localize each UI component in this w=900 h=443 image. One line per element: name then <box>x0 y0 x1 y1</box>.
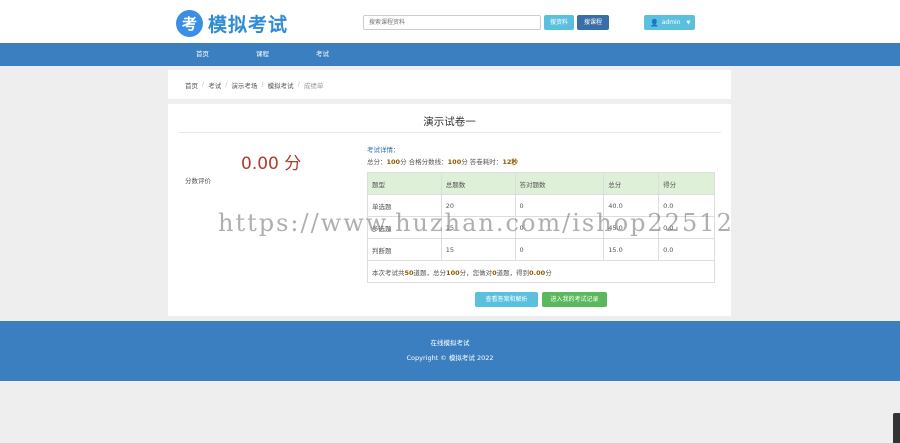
breadcrumb-separator: / <box>297 80 300 88</box>
table-cell: 多选题 <box>367 216 442 239</box>
nav-item-courses[interactable]: 课程 <box>256 43 269 66</box>
table-cell: 单选题 <box>367 194 442 217</box>
side-toolbar-handle[interactable] <box>893 413 900 443</box>
summary-cell: 本次考试共50道题，总分100分，您做对0道题，得到0.00分 <box>367 260 715 283</box>
breadcrumb-home[interactable]: 首页 <box>185 80 198 90</box>
table-row: 判断题 15 0 15.0 0.0 <box>367 238 715 261</box>
table-cell: 45.0 <box>603 216 660 239</box>
summary-text: 道题，得到 <box>496 268 530 277</box>
table-cell: 0 <box>514 194 605 217</box>
nav-item-exams[interactable]: 考试 <box>316 43 329 66</box>
summary-text: 道题，总分 <box>413 268 447 277</box>
breadcrumb: 首页 / 考试 / 演示考场 / 模拟考试 / 成绩单 <box>185 80 323 90</box>
site-logo[interactable]: 考 模拟考试 <box>176 9 289 37</box>
score-table: 题型 总题数 答对题数 总分 得分 单选题 20 0 40.0 0.0 多选题 … <box>367 172 715 283</box>
table-cell: 20 <box>440 194 516 217</box>
column-header-earned: 得分 <box>658 172 715 195</box>
paper-title: 演示试卷一 <box>423 116 476 128</box>
breadcrumb-current: 成绩单 <box>303 82 324 90</box>
logo-icon: 考 <box>176 9 203 37</box>
summary-total-questions: 50 <box>404 268 414 277</box>
table-cell: 0 <box>514 238 605 261</box>
result-panel: 演示试卷一 0.00 分 分数评价 考试详情： 总分：100分 合格分数线：10… <box>168 104 731 316</box>
column-header-type: 题型 <box>367 172 442 195</box>
detail-pass-score: 100 <box>447 158 462 166</box>
top-header: 考 模拟考试 搜资料 搜课程 👤 admin ▼ <box>0 0 900 43</box>
detail-time-used: 12秒 <box>502 158 518 166</box>
table-cell: 0 <box>514 216 605 239</box>
table-cell: 15 <box>440 238 516 261</box>
column-header-total: 总题数 <box>440 172 516 195</box>
breadcrumb-separator: / <box>225 80 228 88</box>
column-header-correct: 答对题数 <box>514 172 605 195</box>
view-answers-button[interactable]: 查看答案和解析 <box>475 292 538 307</box>
footer-site-name: 在线模拟考试 <box>430 339 470 347</box>
breadcrumb-separator: / <box>202 80 205 88</box>
nav-item-home[interactable]: 首页 <box>196 43 209 66</box>
breadcrumb-mock-exam[interactable]: 模拟考试 <box>268 80 294 90</box>
table-cell: 0.0 <box>658 194 715 217</box>
table-row: 单选题 20 0 40.0 0.0 <box>367 194 715 217</box>
table-cell: 判断题 <box>367 238 442 261</box>
table-header-row: 题型 总题数 答对题数 总分 得分 <box>367 172 715 195</box>
footer: 在线模拟考试 Copyright © 模拟考试 2022 <box>0 321 900 381</box>
breadcrumb-exams[interactable]: 考试 <box>208 80 221 90</box>
exam-detail-title: 考试详情： <box>367 146 400 154</box>
breadcrumb-container: 首页 / 考试 / 演示考场 / 模拟考试 / 成绩单 <box>168 70 731 99</box>
detail-pass-label: 分 合格分数线： <box>400 158 448 166</box>
summary-text: 本次考试共 <box>372 268 405 277</box>
breadcrumb-separator: / <box>261 80 264 88</box>
summary-total-score: 100 <box>446 268 460 277</box>
table-cell: 15 <box>440 216 516 239</box>
exam-records-button[interactable]: 进入我的考试记录 <box>542 292 607 307</box>
table-cell: 15.0 <box>603 238 660 261</box>
detail-time-label: 分 答卷耗时： <box>461 158 503 166</box>
table-summary-row: 本次考试共50道题，总分100分，您做对0道题，得到0.00分 <box>367 260 715 283</box>
logo-text: 模拟考试 <box>208 13 289 36</box>
breadcrumb-demo-room[interactable]: 演示考场 <box>231 80 257 90</box>
main-nav: 首页 课程 考试 <box>0 43 900 66</box>
user-menu-button[interactable]: 👤 admin ▼ <box>644 15 695 30</box>
user-icon: 👤 <box>650 18 659 27</box>
table-cell: 0.0 <box>658 216 715 239</box>
score-evaluation-label: 分数评价 <box>185 177 211 185</box>
footer-copyright: Copyright © 模拟考试 2022 <box>406 354 494 362</box>
table-cell: 0.0 <box>658 238 715 261</box>
detail-total-label: 总分： <box>367 158 387 166</box>
search-material-button[interactable]: 搜资料 <box>544 15 574 30</box>
search-course-button[interactable]: 搜课程 <box>577 15 609 30</box>
title-divider <box>178 132 721 133</box>
column-header-points: 总分 <box>603 172 660 195</box>
score-value: 0.00 分 <box>241 154 302 174</box>
search-input[interactable] <box>363 15 541 30</box>
detail-total-score: 100 <box>386 158 401 166</box>
caret-down-icon: ▼ <box>686 19 691 26</box>
summary-text: 分，您做对 <box>459 268 493 277</box>
summary-text: 分 <box>545 268 552 277</box>
summary-score-got: 0.00 <box>529 268 546 277</box>
exam-detail-summary: 总分：100分 合格分数线：100分 答卷耗时：12秒 <box>367 156 518 166</box>
table-cell: 40.0 <box>603 194 660 217</box>
user-name: admin <box>661 19 681 26</box>
table-row: 多选题 15 0 45.0 0.0 <box>367 216 715 239</box>
